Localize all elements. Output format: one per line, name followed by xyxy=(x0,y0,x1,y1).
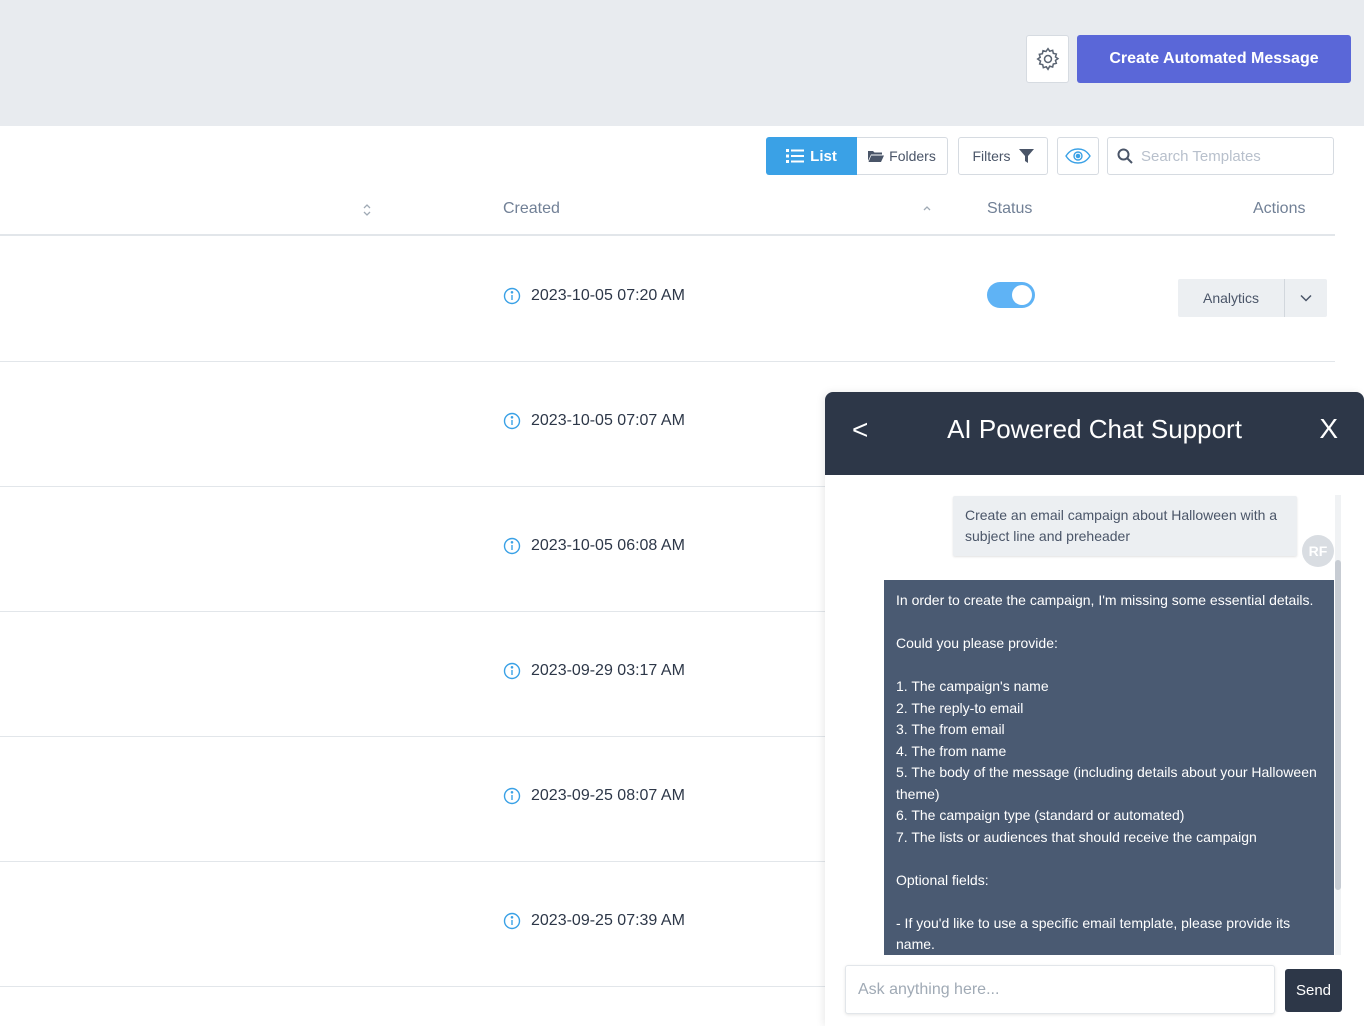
chat-close-button[interactable]: X xyxy=(1319,413,1338,445)
column-created[interactable]: Created xyxy=(503,200,560,218)
folder-open-icon xyxy=(868,150,885,162)
table-row: 2023-10-05 07:20 AM Analytics xyxy=(0,237,1335,362)
bot-message: In order to create the campaign, I'm mis… xyxy=(884,580,1334,955)
info-icon[interactable] xyxy=(503,662,521,680)
user-message: Create an email campaign about Halloween… xyxy=(953,496,1297,556)
chat-input[interactable] xyxy=(846,966,1274,1013)
create-automated-message-button[interactable]: Create Automated Message xyxy=(1077,35,1351,83)
search-templates-box xyxy=(1107,137,1334,175)
filters-label: Filters xyxy=(972,148,1011,164)
info-icon[interactable] xyxy=(503,412,521,430)
status-toggle[interactable] xyxy=(987,282,1035,308)
created-cell: 2023-09-25 08:07 AM xyxy=(503,787,685,805)
created-cell: 2023-10-05 06:08 AM xyxy=(503,537,685,555)
column-actions: Actions xyxy=(1253,200,1306,217)
send-button[interactable]: Send xyxy=(1285,969,1342,1012)
info-icon[interactable] xyxy=(503,287,521,305)
chevron-down-icon xyxy=(1300,294,1312,302)
actions-dropdown-button[interactable] xyxy=(1285,279,1327,317)
list-view-button[interactable]: List xyxy=(766,137,857,175)
sort-ascending-icon[interactable] xyxy=(922,204,932,212)
chat-input-box xyxy=(845,965,1275,1014)
created-date: 2023-10-05 07:20 AM xyxy=(531,287,685,304)
table-header: Created Status Actions xyxy=(0,186,1335,236)
list-view-label: List xyxy=(810,147,837,165)
folders-view-label: Folders xyxy=(889,148,936,164)
created-cell: 2023-10-05 07:07 AM xyxy=(503,412,685,430)
info-icon[interactable] xyxy=(503,537,521,555)
funnel-icon xyxy=(1018,148,1034,163)
list-icon xyxy=(786,149,805,163)
created-date: 2023-10-05 07:07 AM xyxy=(531,412,685,429)
settings-button[interactable] xyxy=(1026,35,1069,83)
chat-title: AI Powered Chat Support xyxy=(947,414,1242,444)
chat-back-button[interactable]: < xyxy=(852,414,868,446)
folders-view-button[interactable]: Folders xyxy=(857,137,948,175)
created-date: 2023-09-29 03:17 AM xyxy=(531,662,685,679)
created-cell: 2023-10-05 07:20 AM xyxy=(503,287,685,305)
created-cell: 2023-09-29 03:17 AM xyxy=(503,662,685,680)
analytics-split-button: Analytics xyxy=(1178,279,1327,317)
created-cell: 2023-09-25 07:39 AM xyxy=(503,912,685,930)
info-icon[interactable] xyxy=(503,787,521,805)
eye-icon xyxy=(1065,148,1091,164)
preview-toggle-button[interactable] xyxy=(1057,137,1099,175)
chat-messages: Create an email campaign about Halloween… xyxy=(825,475,1364,955)
chat-header: AI Powered Chat Support < X xyxy=(825,392,1364,475)
gear-icon xyxy=(1035,47,1059,71)
info-icon[interactable] xyxy=(503,912,521,930)
chat-support-panel: AI Powered Chat Support < X Create an em… xyxy=(825,392,1364,1026)
analytics-button[interactable]: Analytics xyxy=(1178,290,1284,306)
filters-button[interactable]: Filters xyxy=(958,137,1048,175)
search-templates-input[interactable] xyxy=(1141,147,1321,165)
created-date: 2023-09-25 07:39 AM xyxy=(531,912,685,929)
top-bar: Create Automated Message xyxy=(0,0,1364,126)
chat-scrollbar[interactable] xyxy=(1335,495,1341,955)
created-date: 2023-09-25 08:07 AM xyxy=(531,787,685,804)
search-icon xyxy=(1117,148,1133,164)
column-status[interactable]: Status xyxy=(987,200,1032,218)
sort-both-icon[interactable] xyxy=(362,203,372,217)
avatar: RF xyxy=(1302,535,1334,567)
created-date: 2023-10-05 06:08 AM xyxy=(531,537,685,554)
bot-message-text: In order to create the campaign, I'm mis… xyxy=(896,592,1317,952)
